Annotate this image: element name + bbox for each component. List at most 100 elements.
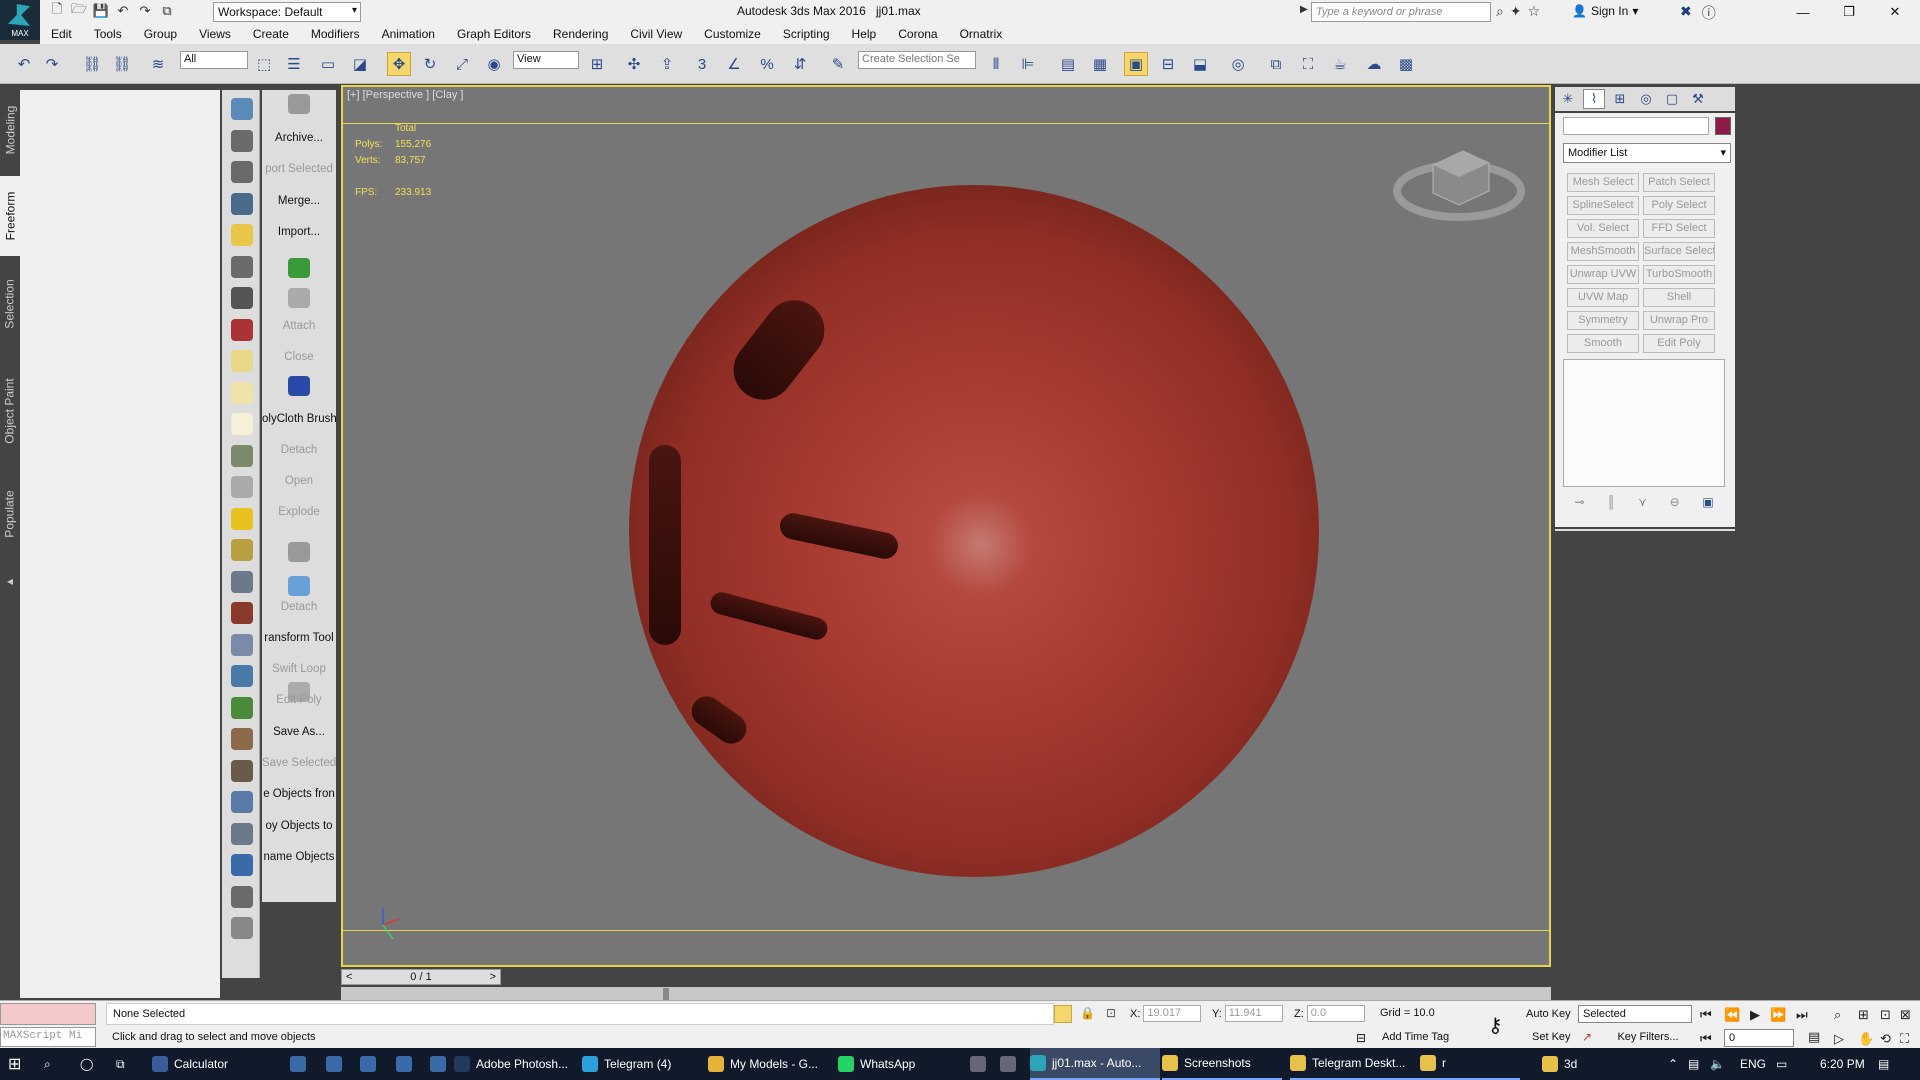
script-button[interactable]: Import...	[262, 226, 336, 238]
globe-icon[interactable]	[231, 665, 253, 687]
list-icon[interactable]	[231, 161, 253, 183]
script-button[interactable]: ransform Tool	[262, 632, 336, 644]
volume-icon[interactable]: 🔈	[1710, 1048, 1725, 1080]
binoculars-icon[interactable]: ⌕	[1496, 3, 1504, 20]
hierarchy-tab-icon[interactable]: ⊞	[1609, 89, 1631, 109]
export-icon[interactable]	[231, 885, 253, 908]
zoom-icon[interactable]: ⌕	[1834, 1007, 1841, 1023]
taskbar-app[interactable]: My Models - G...	[708, 1048, 818, 1080]
tab-populate[interactable]: Populate	[0, 472, 20, 556]
render-production-icon[interactable]: ⛶	[1296, 52, 1320, 76]
select-scale-icon[interactable]: ⤢	[450, 52, 474, 76]
select-object-icon[interactable]: ⬚	[252, 52, 276, 76]
menu-graph-editors[interactable]: Graph Editors	[446, 27, 542, 41]
photo-icon[interactable]	[970, 1048, 986, 1080]
time-next-button[interactable]: >	[490, 971, 496, 983]
menu-ornatrix[interactable]: Ornatrix	[949, 27, 1014, 41]
app-logo-button[interactable]: MAX	[0, 0, 40, 40]
auto-key-button[interactable]: Auto Key	[1526, 1008, 1571, 1020]
maxscript-mini-listener[interactable]: MAXScript Mi	[0, 1027, 96, 1047]
taskbar-app[interactable]: 3d	[1542, 1048, 1642, 1080]
shield-icon[interactable]	[288, 542, 310, 562]
maximize-viewport-icon[interactable]: ⛶	[1900, 1031, 1909, 1047]
select-by-name-icon[interactable]: ☰	[282, 52, 306, 76]
script-button[interactable]: Open	[262, 475, 336, 487]
modifier-button[interactable]: Edit Poly	[1643, 334, 1715, 353]
remove-modifier-icon[interactable]: ⊖	[1670, 495, 1680, 515]
tab-modeling[interactable]: Modeling	[0, 92, 20, 168]
create-tab-icon[interactable]: ✳	[1557, 89, 1579, 109]
menu-group[interactable]: Group	[133, 27, 188, 41]
taskbar-app[interactable]: Telegram Deskt...	[1290, 1048, 1420, 1080]
field-of-view-icon[interactable]: ▷	[1834, 1031, 1844, 1047]
script-button[interactable]: Swift Loop	[262, 663, 336, 675]
z-field[interactable]: 0.0	[1306, 1005, 1365, 1022]
close-button[interactable]: ✕	[1872, 0, 1918, 24]
script-button[interactable]: Detach	[262, 601, 336, 613]
snaps-toggle-icon[interactable]: 3	[690, 52, 714, 76]
desktop-icon[interactable]	[360, 1048, 376, 1080]
undo-icon[interactable]: ↶	[114, 2, 132, 20]
mirror-icon[interactable]: ⫴	[984, 52, 1008, 76]
modifier-button[interactable]: Shell	[1643, 288, 1715, 307]
taskbar-app[interactable]: Telegram (4)	[582, 1048, 692, 1080]
pivot-center-icon[interactable]: ⊞	[585, 52, 609, 76]
select-move-icon[interactable]: ✥	[387, 52, 411, 76]
key-mode-icon[interactable]: ⏮	[1700, 1031, 1712, 1047]
tab-object-paint[interactable]: Object Paint	[0, 356, 20, 466]
taskbar-app[interactable]: Adobe Photosh...	[454, 1048, 572, 1080]
cog-sphere-icon[interactable]	[231, 759, 253, 782]
menu-scripting[interactable]: Scripting	[772, 27, 841, 41]
workspace-dropdown[interactable]: Workspace: Default	[213, 2, 361, 22]
modifier-button[interactable]: Smooth	[1567, 334, 1639, 353]
script-button[interactable]: Save As...	[262, 726, 336, 738]
render-panel-icon[interactable]: ▩	[1394, 52, 1418, 76]
percent-snap-icon[interactable]: %	[755, 52, 779, 76]
blue-sphere-icon[interactable]	[231, 791, 253, 813]
shield-icon[interactable]	[288, 288, 310, 308]
save-file-icon[interactable]: 💾	[92, 2, 110, 20]
menu-edit[interactable]: Edit	[40, 27, 83, 41]
taskbar-app[interactable]: r	[1420, 1048, 1520, 1080]
circle-icon[interactable]	[231, 413, 253, 435]
edit-named-selection-icon[interactable]: ✎	[826, 52, 850, 76]
object-color-swatch[interactable]	[1715, 117, 1731, 135]
object-name-field[interactable]	[1563, 117, 1709, 135]
tab-freeform[interactable]: Freeform	[0, 176, 20, 256]
window-crossing-icon[interactable]: ◪	[348, 52, 372, 76]
redo-icon[interactable]: ↷	[136, 2, 154, 20]
taskbar-app[interactable]: jj01.max - Auto...	[1030, 1048, 1160, 1080]
duplicate-icon[interactable]	[231, 822, 253, 845]
script-button[interactable]: Explode	[262, 506, 336, 518]
subscription-icon[interactable]: ✦	[1510, 3, 1522, 20]
modifier-button[interactable]: Mesh Select	[1567, 173, 1639, 192]
start-button[interactable]: ⊞	[8, 1048, 21, 1080]
menu-help[interactable]: Help	[841, 27, 888, 41]
time-slider[interactable]: < 0 / 1 >	[341, 969, 501, 985]
go-to-end-icon[interactable]: ⏭	[1796, 1007, 1808, 1023]
modifier-button[interactable]: Poly Select	[1643, 196, 1715, 215]
render-setup-icon[interactable]: ◎	[1226, 52, 1250, 76]
track-bar[interactable]	[341, 987, 1551, 1001]
render-teapot-icon[interactable]: ☕	[1328, 52, 1352, 76]
teapot-icon[interactable]	[231, 98, 253, 120]
undo-button[interactable]: ↶	[12, 52, 36, 76]
language-indicator[interactable]: ENG	[1740, 1048, 1766, 1080]
material-editor-icon[interactable]: ⬓	[1188, 52, 1212, 76]
configure-sets-icon[interactable]: ▣	[1702, 495, 1713, 515]
modifier-button[interactable]: Vol. Select	[1567, 219, 1639, 238]
task-view-button[interactable]: ⧉	[116, 1048, 125, 1080]
modifier-button[interactable]: Surface Select	[1643, 242, 1715, 261]
maxscript-listener-output[interactable]	[0, 1003, 96, 1025]
x-coordinate[interactable]: X: 19.017	[1130, 1005, 1202, 1022]
sculpted-sphere-object[interactable]	[629, 185, 1319, 877]
link-icon[interactable]: ⛓	[80, 52, 104, 76]
script-button[interactable]: Save Selected	[262, 757, 336, 769]
pan-view-icon[interactable]: ✋	[1858, 1031, 1874, 1047]
set-key-button[interactable]: Set Key	[1532, 1031, 1571, 1043]
default-tangent-icon[interactable]: ↗	[1582, 1030, 1592, 1044]
set-keys-icon[interactable]: ⚷	[1488, 1013, 1503, 1038]
display-tab-icon[interactable]: ▢	[1661, 89, 1683, 109]
modifier-button[interactable]: SplineSelect	[1567, 196, 1639, 215]
menu-animation[interactable]: Animation	[371, 27, 446, 41]
